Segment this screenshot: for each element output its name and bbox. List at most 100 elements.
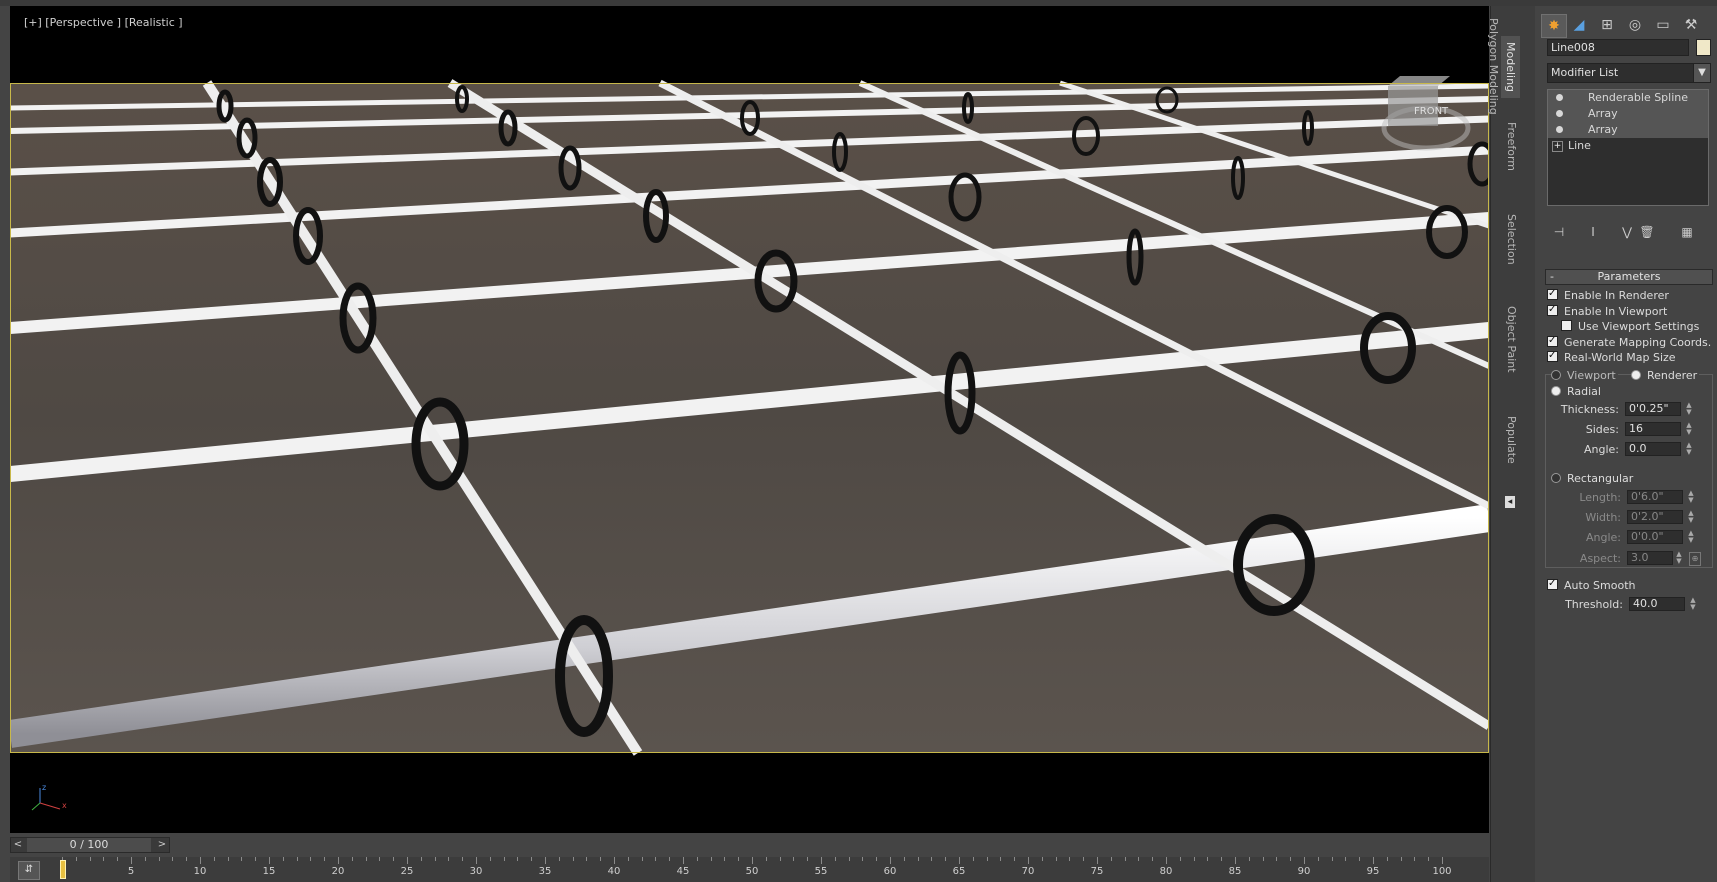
ruler-tick-label: 10 [193, 866, 207, 877]
tab-object-paint[interactable]: Object Paint [1505, 306, 1518, 373]
ruler-tick [172, 857, 174, 861]
enable-in-renderer-checkbox[interactable]: Enable In Renderer [1547, 286, 1669, 303]
width-field[interactable]: 0'2.0" [1627, 510, 1683, 524]
ruler-tick-label: 85 [1228, 866, 1242, 877]
object-color-swatch[interactable] [1696, 39, 1711, 56]
ruler-tick-label: 55 [814, 866, 828, 877]
ruler-tick-label: 65 [952, 866, 966, 877]
radial-radio[interactable]: Radial [1551, 384, 1601, 399]
stack-item-renderable-spline[interactable]: Renderable Spline [1548, 90, 1708, 106]
chevron-down-icon[interactable]: ▼ [1693, 64, 1710, 82]
stack-item-array[interactable]: Array [1548, 106, 1708, 122]
axis-tripod-icon: x z [31, 783, 67, 811]
ruler-tick [1248, 857, 1250, 861]
frame-counter[interactable]: 0 / 100 [27, 838, 151, 852]
stack-item-label: Array [1588, 123, 1618, 136]
next-frame-button[interactable]: > [155, 838, 169, 852]
thickness-field[interactable]: 0'0.25" [1625, 402, 1681, 416]
time-slider-area: < 0 / 100 > ⇵ 5 10 15 20 25 30 35 40 45 50 55 60 65 7… [10, 835, 1489, 882]
ruler-tick [1345, 857, 1347, 861]
enable-in-viewport-checkbox[interactable]: Enable In Viewport [1547, 302, 1667, 319]
ruler-tick [1290, 857, 1292, 861]
angle-field[interactable]: 0.0 [1625, 442, 1681, 456]
ruler-tick [641, 857, 643, 861]
ruler-tick [793, 857, 795, 861]
ruler-tick [296, 857, 298, 861]
ruler-tick [1179, 857, 1181, 861]
ruler-tick [1193, 857, 1195, 861]
show-end-result-icon[interactable]: Ⅰ [1585, 224, 1601, 240]
utilities-icon[interactable]: ⚒ [1679, 14, 1703, 36]
lightbulb-icon[interactable] [1556, 94, 1563, 101]
ribbon-toggle-icon[interactable]: ◂ [1505, 496, 1515, 508]
tab-selection[interactable]: Selection [1505, 214, 1518, 265]
ruler-tick-label: 20 [331, 866, 345, 877]
rectangular-radio[interactable]: Rectangular [1551, 471, 1633, 486]
ruler-tick [448, 857, 450, 861]
make-unique-icon[interactable]: ⋁ [1619, 224, 1635, 240]
playhead[interactable] [60, 860, 66, 879]
use-viewport-settings-checkbox[interactable]: Use Viewport Settings [1561, 319, 1699, 334]
ruler-tick [1028, 857, 1029, 864]
aspect-field[interactable]: 3.0 [1627, 551, 1673, 565]
motion-icon[interactable]: ◎ [1623, 14, 1647, 36]
perspective-viewport[interactable]: FRONT x z [+] [Perspective ] [Realistic … [10, 6, 1489, 833]
real-world-map-checkbox[interactable]: Real-World Map Size [1547, 348, 1676, 365]
viewport-label[interactable]: [+] [Perspective ] [Realistic ] [24, 16, 183, 29]
modifier-list-dropdown[interactable]: Modifier List ▼ [1547, 63, 1711, 83]
frame-ruler[interactable]: 5 10 15 20 25 30 35 40 45 50 55 60 65 70 75 80 85 90 95 100 [62, 857, 1452, 882]
parameters-rollout-header[interactable]: - Parameters [1545, 269, 1713, 285]
ruler-tick [476, 857, 477, 864]
tab-polygon-modeling[interactable]: Polygon Modeling [1487, 18, 1500, 115]
display-icon[interactable]: ▭ [1651, 14, 1675, 36]
ruler-tick [310, 857, 312, 861]
prev-frame-button[interactable]: < [11, 838, 25, 852]
ruler-tick [724, 857, 726, 861]
stack-item-array-2[interactable]: Array [1548, 122, 1708, 138]
ruler-tick [351, 857, 353, 861]
ruler-tick-label: 100 [1432, 866, 1452, 877]
ruler-tick [1138, 857, 1140, 861]
ruler-tick [1304, 857, 1305, 864]
tab-populate[interactable]: Populate [1505, 416, 1518, 464]
auto-smooth-checkbox[interactable]: Auto Smooth [1547, 576, 1635, 593]
renderer-radio[interactable]: Renderer [1631, 368, 1700, 383]
length-field[interactable]: 0'6.0" [1627, 490, 1683, 504]
mini-curve-editor-icon[interactable]: ⇵ [18, 861, 40, 880]
ruler-tick [1262, 857, 1264, 861]
ruler-tick [158, 857, 160, 861]
modifier-stack[interactable]: Renderable Spline Array Array + Line [1547, 89, 1709, 206]
tab-modeling[interactable]: Modeling [1501, 36, 1520, 99]
lightbulb-icon[interactable] [1556, 126, 1563, 133]
time-slider[interactable]: < 0 / 100 > [10, 837, 170, 853]
ruler-tick [1097, 857, 1098, 864]
ruler-tick-label: 45 [676, 866, 690, 877]
configure-sets-icon[interactable]: ▦ [1679, 224, 1695, 240]
sides-field[interactable]: 16 [1625, 422, 1681, 436]
lightbulb-icon[interactable] [1556, 110, 1563, 117]
ruler-tick [986, 857, 988, 861]
stack-item-line[interactable]: + Line [1548, 138, 1708, 154]
ruler-tick [903, 857, 905, 861]
viewport-radio[interactable]: Viewport [1551, 368, 1618, 383]
ruler-tick [1414, 857, 1416, 861]
lock-aspect-icon[interactable]: ⊕ [1689, 552, 1701, 566]
ruler-tick [834, 857, 836, 861]
ruler-tick [420, 857, 422, 861]
pin-stack-icon[interactable]: ⊣ [1551, 224, 1567, 240]
create-icon[interactable]: ✸ [1541, 14, 1567, 38]
ruler-tick [1317, 857, 1319, 861]
generate-mapping-checkbox[interactable]: Generate Mapping Coords. [1547, 333, 1711, 350]
track-bar[interactable]: ⇵ 5 10 15 20 25 30 35 40 45 50 55 60 65 70 75 80 85 90 95 1… [10, 857, 1489, 882]
threshold-field[interactable]: 40.0 [1629, 597, 1685, 611]
rect-angle-field[interactable]: 0'0.0" [1627, 530, 1683, 544]
modify-icon[interactable]: ◢ [1567, 14, 1591, 36]
remove-modifier-icon[interactable]: 🗑 [1639, 224, 1655, 240]
tab-freeform[interactable]: Freeform [1505, 122, 1518, 171]
stack-item-label: Array [1588, 107, 1618, 120]
hierarchy-icon[interactable]: ⊞ [1595, 14, 1619, 36]
object-name-field[interactable]: Line008 [1547, 39, 1689, 56]
ruler-tick [959, 857, 960, 864]
ruler-tick-label: 80 [1159, 866, 1173, 877]
expand-icon[interactable]: + [1552, 141, 1563, 152]
